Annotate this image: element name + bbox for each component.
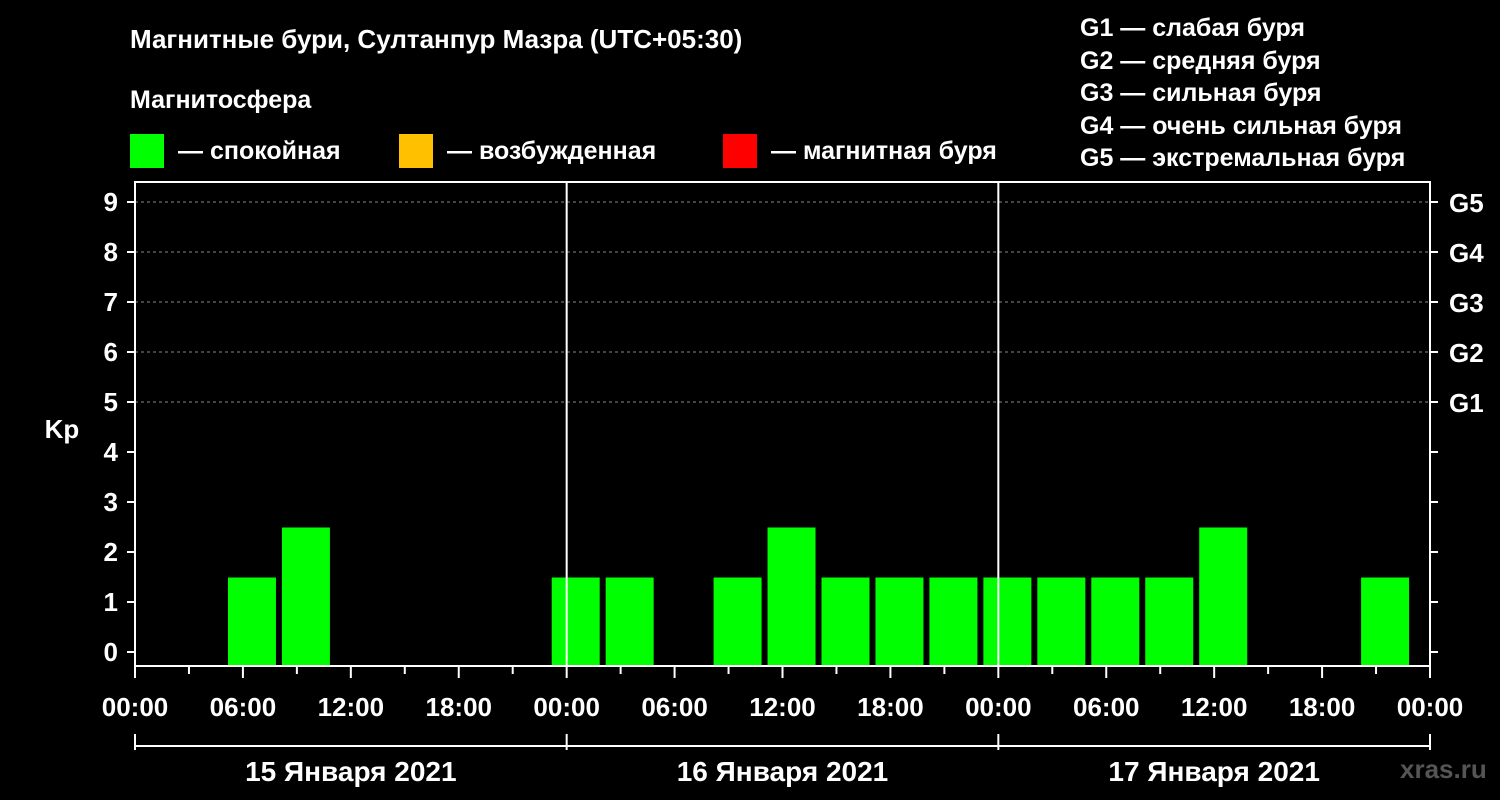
y-tick-label-6: 6 <box>104 337 118 367</box>
day-label-2: 17 Января 2021 <box>1108 756 1320 787</box>
bar-19 <box>1199 527 1248 666</box>
y-tick-label-2: 2 <box>104 537 118 567</box>
y-tick-label-8: 8 <box>104 237 118 267</box>
bar-2 <box>281 527 330 666</box>
x-tick-label-5: 06:00 <box>641 692 708 722</box>
bar-15 <box>983 577 1032 666</box>
x-tick-label-9: 06:00 <box>1073 692 1140 722</box>
y-tick-label-3: 3 <box>104 487 118 517</box>
bar-22 <box>1361 577 1410 666</box>
x-tick-label-4: 00:00 <box>533 692 600 722</box>
y-tick-label-5: 5 <box>104 387 118 417</box>
y-tick-label-1: 1 <box>104 587 118 617</box>
bar-10 <box>713 577 762 666</box>
g-tick-label-g4: G4 <box>1449 238 1484 268</box>
y-tick-label-0: 0 <box>104 637 118 667</box>
x-tick-label-8: 00:00 <box>965 692 1032 722</box>
bar-14 <box>929 577 978 666</box>
bar-17 <box>1091 577 1140 666</box>
g-tick-label-g5: G5 <box>1449 188 1484 218</box>
x-tick-label-2: 12:00 <box>318 692 385 722</box>
g-tick-label-g3: G3 <box>1449 288 1484 318</box>
bar-8 <box>605 577 654 666</box>
bar-11 <box>767 527 816 666</box>
x-tick-label-12: 00:00 <box>1397 692 1464 722</box>
day-label-0: 15 Января 2021 <box>245 756 457 787</box>
x-tick-label-11: 18:00 <box>1289 692 1356 722</box>
x-tick-label-1: 06:00 <box>210 692 277 722</box>
y-tick-label-9: 9 <box>104 187 118 217</box>
x-tick-label-0: 00:00 <box>102 692 169 722</box>
x-tick-label-3: 18:00 <box>426 692 493 722</box>
watermark: xras.ru <box>1400 754 1487 784</box>
bar-1 <box>227 577 276 666</box>
g-tick-label-g2: G2 <box>1449 338 1484 368</box>
kp-chart: 0 1 2 3 4 5 6 7 8 9 Kp G1 G2 G3 G4 G5 00:00 06:00 12:00 18:… <box>45 181 1484 787</box>
y-tick-label-4: 4 <box>104 437 119 467</box>
bar-12 <box>821 577 870 666</box>
bar-7 <box>551 577 600 666</box>
y-tick-label-7: 7 <box>104 287 118 317</box>
y-axis-label: Kp <box>45 414 80 444</box>
x-tick-label-6: 12:00 <box>749 692 816 722</box>
bar-13 <box>875 577 924 666</box>
day-label-1: 16 Января 2021 <box>677 756 889 787</box>
bar-18 <box>1145 577 1194 666</box>
g-tick-label-g1: G1 <box>1449 388 1484 418</box>
x-tick-label-7: 18:00 <box>857 692 924 722</box>
x-tick-label-10: 12:00 <box>1181 692 1248 722</box>
bar-16 <box>1037 577 1086 666</box>
